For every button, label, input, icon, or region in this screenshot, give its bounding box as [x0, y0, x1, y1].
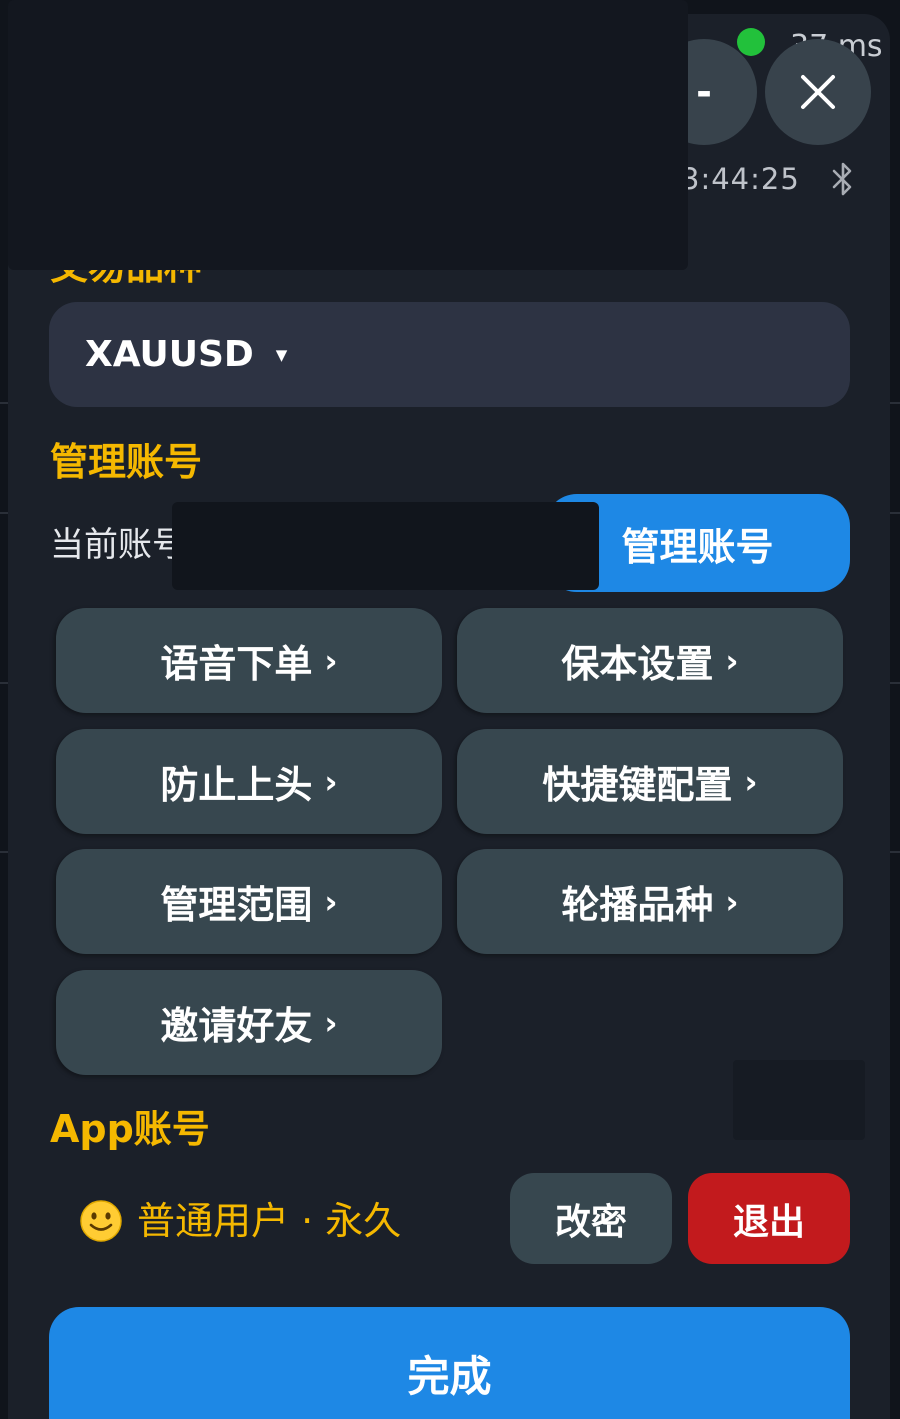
breakeven-settings-button[interactable]: 保本设置 › — [457, 608, 843, 713]
menu-item-label: 语音下单 — [160, 642, 313, 686]
shortcut-config-button[interactable]: 快捷键配置 › — [457, 729, 843, 834]
chevron-right-icon: › — [324, 762, 338, 801]
menu-item-label: 轮播品种 — [561, 883, 714, 927]
redacted-block — [8, 0, 688, 270]
caret-down-icon: ▼ — [275, 345, 288, 364]
redacted-block — [733, 1060, 865, 1140]
menu-item-label: 保本设置 — [561, 642, 714, 686]
manage-scope-button[interactable]: 管理范围 › — [56, 849, 442, 954]
done-button[interactable]: 完成 — [49, 1307, 850, 1419]
connection-status-dot — [737, 28, 765, 56]
bluetooth-icon — [832, 162, 852, 196]
tilt-prevention-button[interactable]: 防止上头 › — [56, 729, 442, 834]
account-section-title: 管理账号 — [50, 440, 203, 484]
user-membership-status: 普通用户 · 永久 — [137, 1199, 402, 1243]
selected-symbol: XAUUSD — [85, 334, 254, 375]
close-button[interactable] — [765, 39, 871, 145]
redacted-block — [172, 502, 599, 590]
menu-item-label: 邀请好友 — [160, 1004, 313, 1048]
invite-friends-button[interactable]: 邀请好友 › — [56, 970, 442, 1075]
chevron-right-icon: › — [744, 762, 758, 801]
chevron-right-icon: › — [324, 882, 338, 921]
slightly-smiling-face-icon — [80, 1200, 122, 1242]
carousel-symbols-button[interactable]: 轮播品种 › — [457, 849, 843, 954]
current-account-label: 当前账号 — [50, 525, 186, 565]
voice-order-button[interactable]: 语音下单 › — [56, 608, 442, 713]
close-icon — [801, 75, 835, 109]
chevron-right-icon: › — [324, 1003, 338, 1042]
change-password-button[interactable]: 改密 — [510, 1173, 672, 1264]
chevron-right-icon: › — [725, 641, 739, 680]
menu-item-label: 防止上头 — [160, 763, 313, 807]
chevron-right-icon: › — [725, 882, 739, 921]
menu-item-label: 快捷键配置 — [542, 763, 733, 807]
app-account-section-title: App账号 — [50, 1107, 210, 1151]
menu-item-label: 管理范围 — [160, 883, 313, 927]
clock: 3:44:25 — [681, 162, 800, 196]
chevron-right-icon: › — [324, 641, 338, 680]
symbol-dropdown[interactable]: XAUUSD ▼ — [49, 302, 850, 407]
logout-button[interactable]: 退出 — [688, 1173, 850, 1264]
